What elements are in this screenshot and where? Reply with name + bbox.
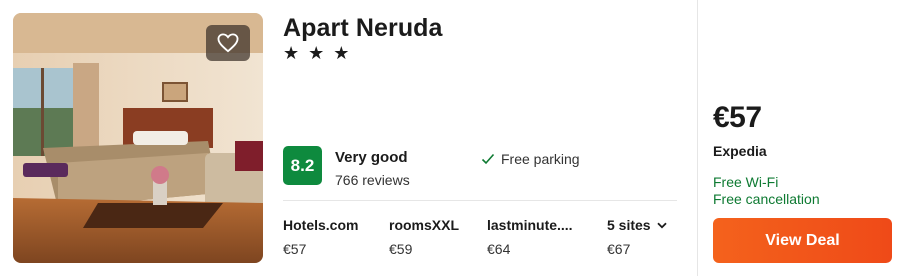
perk-free-wifi: Free Wi-Fi xyxy=(713,174,779,190)
site-price: €64 xyxy=(487,241,511,257)
site-price: €67 xyxy=(607,241,631,257)
amenity-free-parking: Free parking xyxy=(481,151,580,167)
site-name: lastminute.... xyxy=(487,217,573,233)
site-offer-lastminute[interactable]: lastminute.... €64 xyxy=(487,217,573,257)
hotel-result-card[interactable]: Apart Neruda ★ ★ ★ 8.2 Very good 766 rev… xyxy=(0,0,905,276)
save-favorite-button[interactable] xyxy=(206,25,250,61)
checkmark-icon xyxy=(481,153,495,165)
amenity-label: Free parking xyxy=(501,151,580,167)
site-price: €59 xyxy=(389,241,413,257)
column-divider xyxy=(697,0,698,276)
site-offer-roomsxxl[interactable]: roomsXXL €59 xyxy=(389,217,459,257)
site-offer-hotels-com[interactable]: Hotels.com €57 xyxy=(283,217,358,257)
rating-label: Very good xyxy=(335,149,408,166)
view-deal-button[interactable]: View Deal xyxy=(713,218,892,263)
hotel-name[interactable]: Apart Neruda xyxy=(283,14,443,43)
heart-outline-icon xyxy=(217,33,239,53)
best-price: €57 xyxy=(713,101,762,134)
chevron-down-icon xyxy=(656,222,667,228)
hotel-photo[interactable] xyxy=(13,13,263,263)
rating-score-badge: 8.2 xyxy=(283,146,322,185)
more-sites-dropdown[interactable]: 5 sites €67 xyxy=(607,217,667,257)
star-rating: ★ ★ ★ xyxy=(283,43,352,63)
site-name: roomsXXL xyxy=(389,217,460,233)
site-name: Hotels.com xyxy=(283,217,359,233)
more-sites-label: 5 sites xyxy=(607,217,651,233)
review-count[interactable]: 766 reviews xyxy=(335,172,410,188)
deal-provider: Expedia xyxy=(713,143,767,159)
divider xyxy=(283,200,677,201)
site-price: €57 xyxy=(283,241,307,257)
perk-free-cancellation: Free cancellation xyxy=(713,191,820,207)
